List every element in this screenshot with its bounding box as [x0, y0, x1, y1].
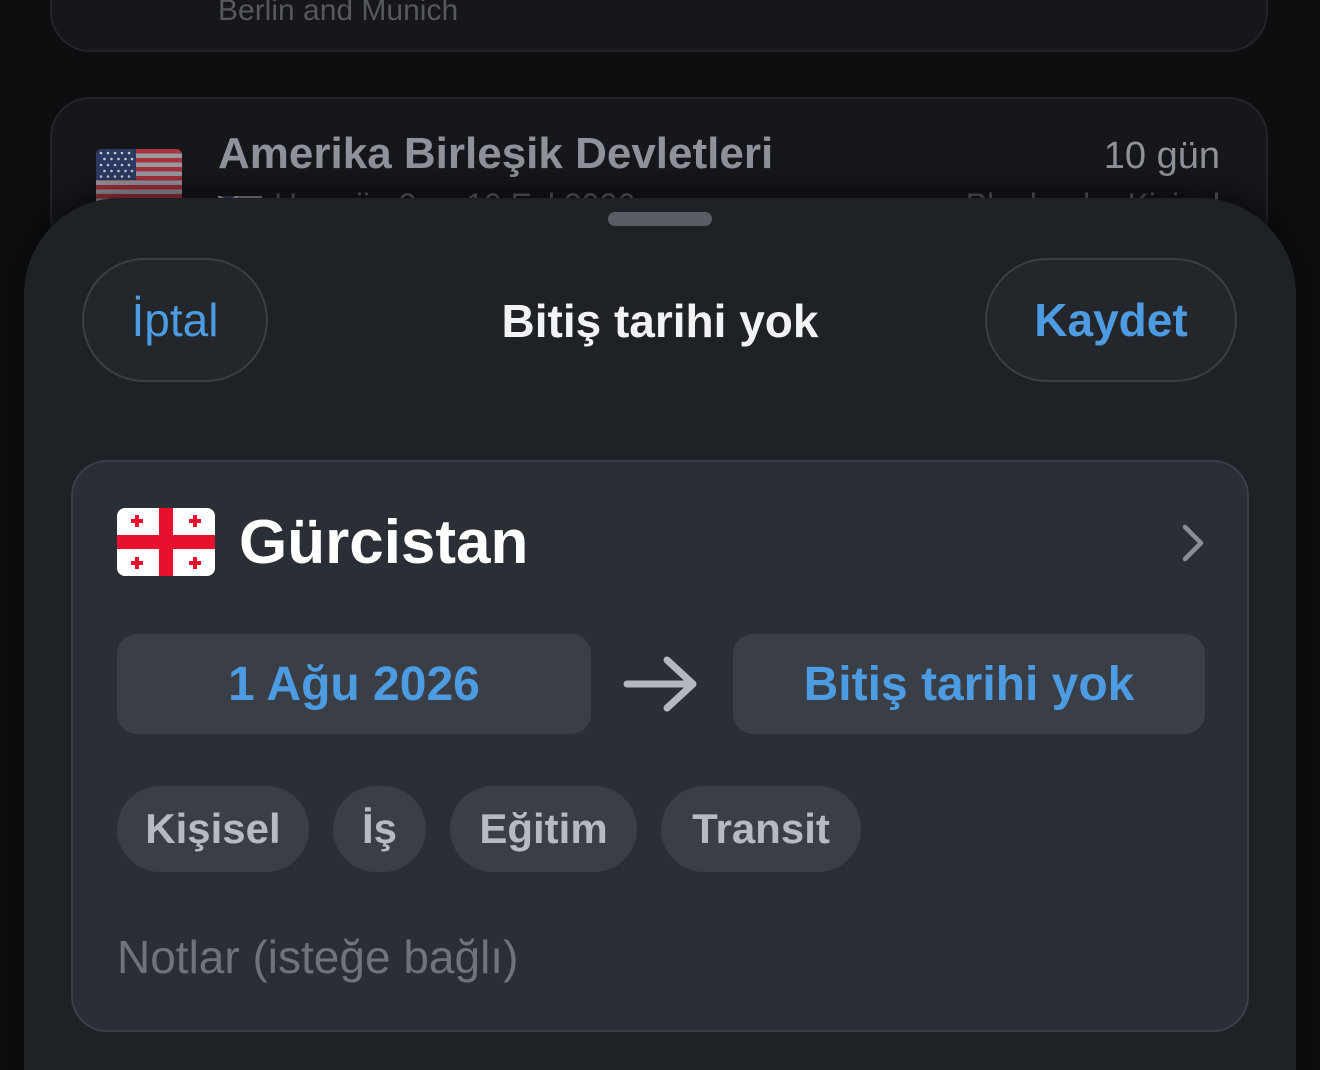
trip-card-germany[interactable]: Berlin and Munich [50, 0, 1268, 52]
start-date-button[interactable]: 1 Ağu 2026 [117, 634, 591, 734]
arrow-right-icon [623, 656, 697, 712]
country-selector[interactable]: Gürcistan [117, 508, 1207, 578]
category-chip-work[interactable]: İş [333, 786, 426, 872]
save-button[interactable]: Kaydet [985, 258, 1237, 382]
trip-form-card: Gürcistan 1 Ağu 2026 Bitiş tarihi yok Ki… [71, 460, 1249, 1032]
end-date-button[interactable]: Bitiş tarihi yok [733, 634, 1205, 734]
georgia-flag-icon [117, 508, 215, 576]
category-chip-education[interactable]: Eğitim [450, 786, 637, 872]
edit-trip-sheet: İptal Bitiş tarihi yok Kaydet Gürcistan … [24, 198, 1296, 1070]
sheet-grabber[interactable] [608, 212, 712, 226]
category-chip-personal[interactable]: Kişisel [117, 786, 309, 872]
country-name: Gürcistan [239, 508, 529, 577]
screen: Berlin and Munich Amerika Birleşik Devle… [0, 0, 1320, 1070]
trip-card-title: Amerika Birleşik Devletleri [218, 129, 774, 178]
category-chip-transit[interactable]: Transit [661, 786, 861, 872]
trip-card-subtitle: Berlin and Munich [218, 0, 459, 27]
notes-input[interactable] [117, 922, 1207, 992]
chevron-right-icon [1182, 524, 1204, 562]
trip-card-duration: 10 gün [1103, 135, 1220, 177]
